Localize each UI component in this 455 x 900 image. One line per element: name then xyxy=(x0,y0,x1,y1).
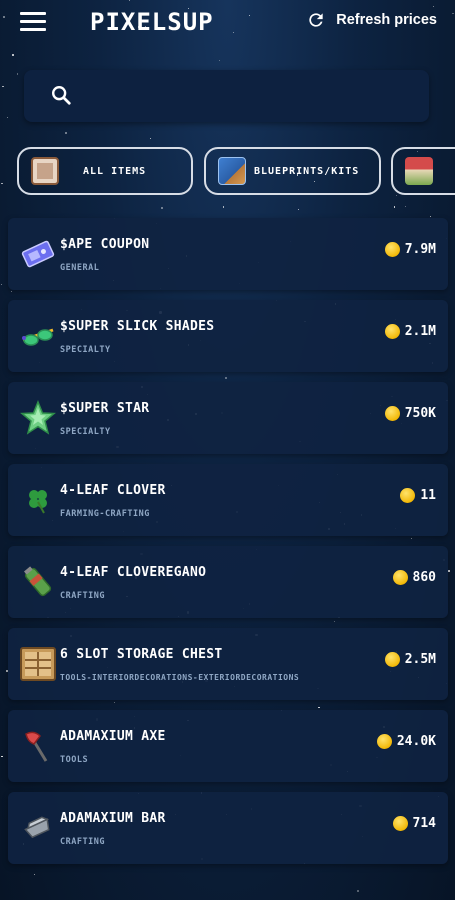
star-dot xyxy=(448,570,450,572)
item-category: CRAFTING xyxy=(60,591,105,601)
coin-icon xyxy=(376,734,392,749)
item-price: 11 xyxy=(400,488,436,503)
item-name: 4-LEAF CLOVER xyxy=(60,483,166,498)
star-dot xyxy=(333,620,335,622)
item-category: SPECIALTY xyxy=(60,427,111,437)
star-dot xyxy=(356,890,359,893)
storage-chest-icon xyxy=(20,647,56,681)
item-name: $SUPER SLICK SHADES xyxy=(60,319,215,334)
item-category: GENERAL xyxy=(60,263,100,273)
coin-icon xyxy=(392,816,408,831)
item-price: 24.0K xyxy=(376,734,436,749)
decorations-icon xyxy=(405,157,433,185)
item-category: CRAFTING xyxy=(60,837,105,847)
list-item[interactable]: ADAMAXIUM BAR CRAFTING 714 xyxy=(8,792,448,864)
app-header: PIXELSUP Refresh prices xyxy=(0,0,455,45)
star-dot xyxy=(0,283,3,285)
item-price: 714 xyxy=(392,816,436,831)
star-dot xyxy=(318,706,320,709)
filter-chip-label: ALL ITEMS xyxy=(83,165,147,177)
shades-icon xyxy=(22,328,54,346)
refresh-icon xyxy=(309,13,323,27)
refresh-prices-button[interactable]: Refresh prices xyxy=(306,10,437,30)
star-dot xyxy=(149,137,151,140)
item-price: 2.1M xyxy=(384,324,436,339)
cloveregano-icon xyxy=(24,566,52,597)
refresh-prices-label: Refresh prices xyxy=(336,12,437,28)
list-item[interactable]: $APE COUPON GENERAL 7.9M xyxy=(8,218,448,290)
item-name: ADAMAXIUM BAR xyxy=(60,811,166,826)
star-dot xyxy=(34,873,36,875)
item-price-value: 2.5M xyxy=(404,652,436,667)
item-price: 750K xyxy=(384,406,436,421)
item-price: 860 xyxy=(392,570,436,585)
star-dot xyxy=(12,54,14,56)
search-icon xyxy=(52,86,71,105)
filter-chip-blueprints[interactable]: BLUEPRINTS/KITS xyxy=(204,147,381,195)
star-dot xyxy=(1,182,3,185)
coin-icon xyxy=(384,324,400,339)
list-item[interactable]: $SUPER SLICK SHADES SPECIALTY 2.1M xyxy=(8,300,448,372)
star-dot xyxy=(113,701,116,703)
item-price-value: 11 xyxy=(420,488,436,503)
category-filter-row[interactable]: ALL ITEMS BLUEPRINTS/KITS xyxy=(17,147,455,195)
item-category: SPECIALTY xyxy=(60,345,111,355)
metal-bar-icon xyxy=(24,816,50,839)
item-price-value: 7.9M xyxy=(404,242,436,257)
filter-chip-all-items[interactable]: ALL ITEMS xyxy=(17,147,193,195)
list-item[interactable]: 4-LEAF CLOVER FARMING-CRAFTING 11 xyxy=(8,464,448,536)
filter-chip-label: BLUEPRINTS/KITS xyxy=(254,165,360,177)
list-item[interactable]: ADAMAXIUM AXE TOOLS 24.0K xyxy=(8,710,448,782)
star-icon xyxy=(20,400,56,435)
blueprints-icon xyxy=(218,157,246,185)
search-bar[interactable] xyxy=(24,70,429,122)
filter-chip-decorations[interactable] xyxy=(391,147,455,195)
item-price: 7.9M xyxy=(384,242,436,257)
star-dot xyxy=(16,73,19,75)
coin-icon xyxy=(384,406,400,421)
item-price-value: 2.1M xyxy=(404,324,436,339)
item-name: $APE COUPON xyxy=(60,237,150,252)
item-name: ADAMAXIUM AXE xyxy=(60,729,166,744)
list-item[interactable]: $SUPER STAR SPECIALTY 750K xyxy=(8,382,448,454)
star-dot xyxy=(65,132,68,135)
coupon-icon xyxy=(21,240,55,268)
list-item[interactable]: 4-LEAF CLOVEREGANO CRAFTING 860 xyxy=(8,546,448,618)
star-dot xyxy=(218,59,220,61)
item-price-value: 24.0K xyxy=(396,734,436,749)
item-category: TOOLS-INTERIORDECORATIONS-EXTERIORDECORA… xyxy=(60,673,300,682)
app-logo: PIXELSUP xyxy=(90,8,214,36)
item-price-value: 860 xyxy=(412,570,436,585)
star-dot xyxy=(224,376,228,379)
item-name: $SUPER STAR xyxy=(60,401,150,416)
star-dot xyxy=(6,116,8,118)
item-name: 6 SLOT STORAGE CHEST xyxy=(60,647,223,662)
item-price-value: 750K xyxy=(404,406,436,421)
list-item[interactable]: 6 SLOT STORAGE CHEST TOOLS-INTERIORDECOR… xyxy=(8,628,448,700)
item-category: TOOLS xyxy=(60,755,89,765)
coin-icon xyxy=(392,570,408,585)
all-items-icon xyxy=(31,157,59,185)
star-dot xyxy=(429,215,431,217)
star-dot xyxy=(393,206,396,208)
star-dot xyxy=(2,86,4,88)
star-dot xyxy=(161,206,164,209)
star-dot xyxy=(222,206,225,208)
clover-icon xyxy=(29,490,47,514)
item-price-value: 714 xyxy=(412,816,436,831)
axe-icon xyxy=(25,731,48,762)
search-input[interactable] xyxy=(86,70,416,122)
item-category: FARMING-CRAFTING xyxy=(60,509,150,519)
coin-icon xyxy=(384,652,400,667)
hamburger-menu-icon[interactable] xyxy=(20,12,46,32)
star-dot xyxy=(404,205,406,207)
coin-icon xyxy=(384,242,400,257)
star-dot xyxy=(411,538,413,540)
star-dot xyxy=(10,290,13,292)
item-name: 4-LEAF CLOVEREGANO xyxy=(60,565,207,580)
coin-icon xyxy=(400,488,416,503)
star-dot xyxy=(1,755,3,757)
star-dot xyxy=(297,209,300,211)
item-price: 2.5M xyxy=(384,652,436,667)
